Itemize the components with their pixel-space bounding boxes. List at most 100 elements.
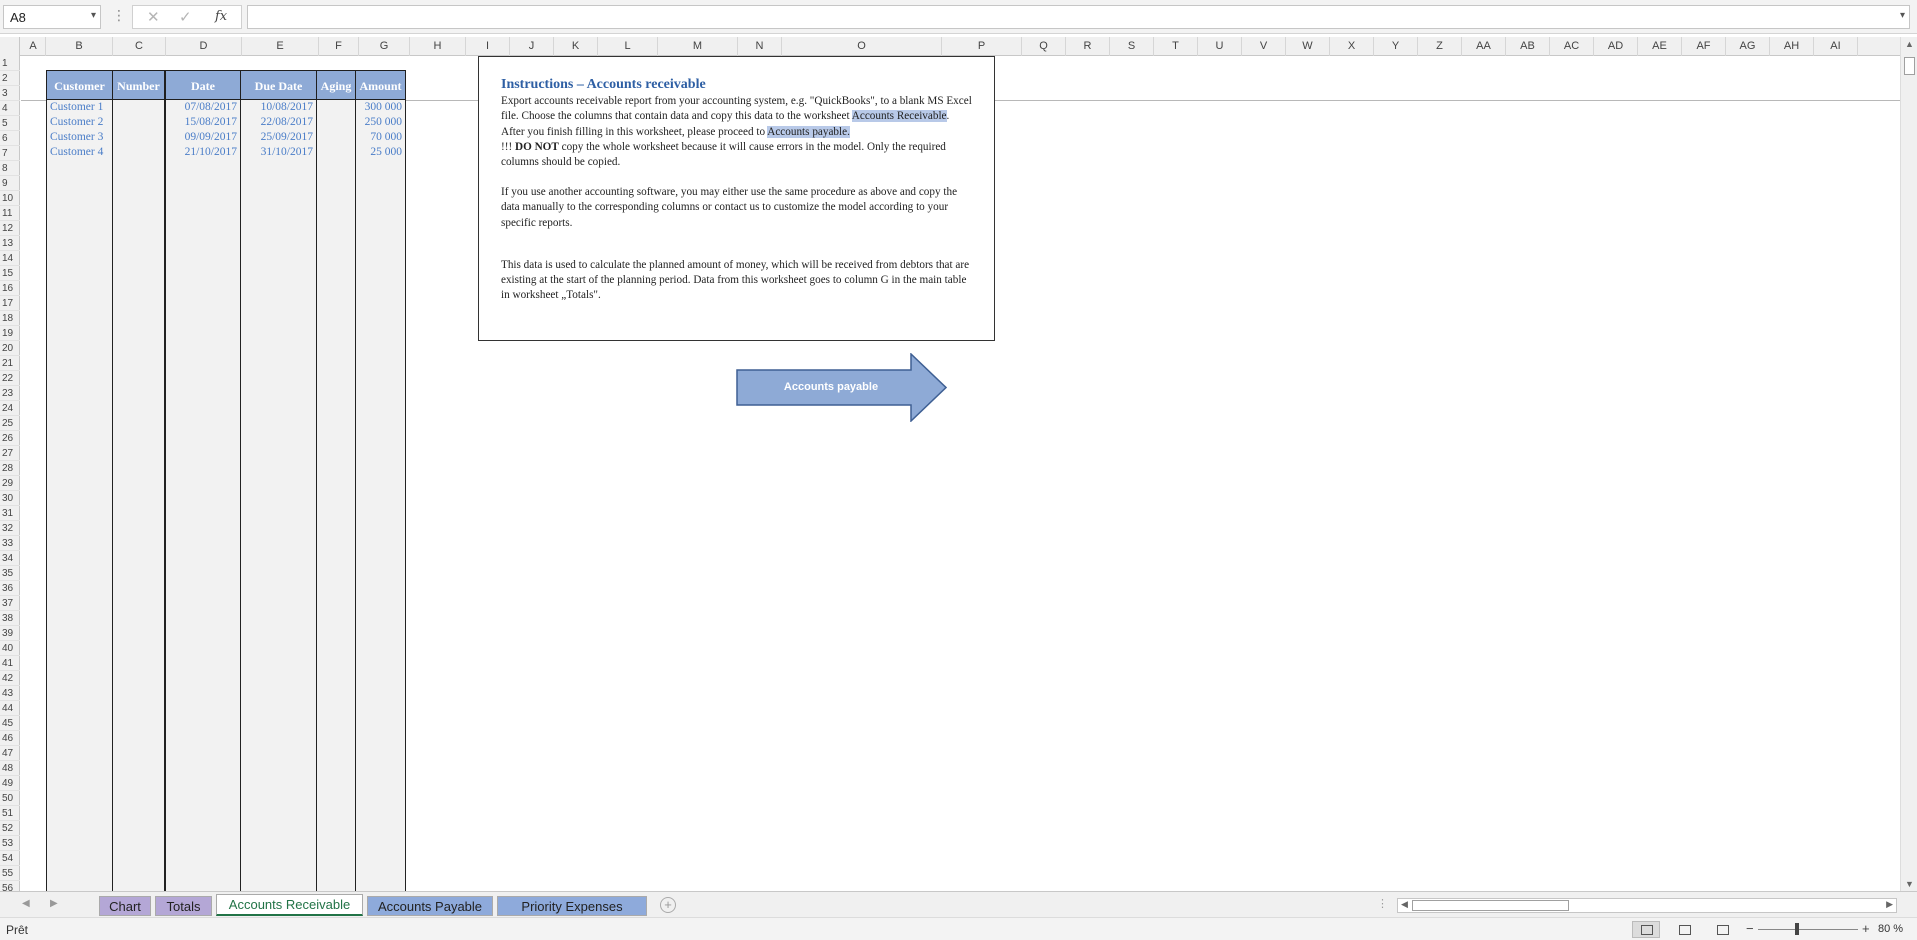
row-header[interactable]: 45: [0, 716, 20, 731]
header-date[interactable]: Date: [165, 70, 241, 100]
zoom-out-icon[interactable]: −: [1746, 921, 1754, 936]
date-cell[interactable]: 09/09/2017: [167, 130, 239, 145]
amount-cell[interactable]: 250 000: [357, 115, 404, 130]
row-header[interactable]: 1: [0, 56, 20, 71]
row-header[interactable]: 48: [0, 761, 20, 776]
row-header[interactable]: 13: [0, 236, 20, 251]
column-header[interactable]: U: [1198, 37, 1242, 56]
zoom-in-icon[interactable]: +: [1862, 921, 1870, 936]
sheet-tab-chart[interactable]: Chart: [99, 896, 151, 916]
vertical-scrollbar[interactable]: ▲ ▼: [1900, 37, 1917, 891]
amount-cell[interactable]: 25 000: [357, 145, 404, 160]
row-header[interactable]: 39: [0, 626, 20, 641]
row-header[interactable]: 20: [0, 341, 20, 356]
name-box[interactable]: A8 ▾: [3, 5, 101, 29]
chevron-down-icon[interactable]: ▾: [1900, 10, 1905, 21]
column-header[interactable]: N: [738, 37, 782, 56]
row-header[interactable]: 7: [0, 146, 20, 161]
row-header[interactable]: 29: [0, 476, 20, 491]
column-header[interactable]: A: [21, 37, 46, 56]
worksheet-grid[interactable]: A B C D E F G H I J K L M N O P Q R S T U V W X Y Z AA AB AC AD AE AF AG…: [0, 37, 1900, 891]
column-header[interactable]: Y: [1374, 37, 1418, 56]
sheet-tab-accounts-receivable[interactable]: Accounts Receivable: [216, 894, 363, 916]
due-date-cell[interactable]: 25/09/2017: [242, 130, 315, 145]
row-header[interactable]: 21: [0, 356, 20, 371]
header-amount[interactable]: Amount: [355, 70, 406, 100]
horizontal-scrollbar[interactable]: ◀ ▶: [1397, 898, 1897, 913]
row-header[interactable]: 24: [0, 401, 20, 416]
row-header[interactable]: 49: [0, 776, 20, 791]
row-header[interactable]: 50: [0, 791, 20, 806]
customer-cell[interactable]: Customer 2: [48, 115, 111, 130]
normal-view-button[interactable]: [1632, 921, 1660, 938]
row-header[interactable]: 11: [0, 206, 20, 221]
column-header[interactable]: K: [554, 37, 598, 56]
row-header[interactable]: 5: [0, 116, 20, 131]
column-header[interactable]: E: [242, 37, 319, 56]
page-layout-view-button[interactable]: [1670, 921, 1698, 938]
date-cell[interactable]: 07/08/2017: [167, 100, 239, 115]
row-header[interactable]: 12: [0, 221, 20, 236]
column-header[interactable]: Z: [1418, 37, 1462, 56]
row-header[interactable]: 53: [0, 836, 20, 851]
row-header[interactable]: 37: [0, 596, 20, 611]
row-header[interactable]: 55: [0, 866, 20, 881]
row-header[interactable]: 33: [0, 536, 20, 551]
scroll-right-icon[interactable]: ▶: [1886, 899, 1893, 910]
column-header[interactable]: L: [598, 37, 658, 56]
row-header[interactable]: 27: [0, 446, 20, 461]
row-header[interactable]: 4: [0, 101, 20, 116]
column-header[interactable]: X: [1330, 37, 1374, 56]
column-header[interactable]: V: [1242, 37, 1286, 56]
due-date-cell[interactable]: 22/08/2017: [242, 115, 315, 130]
row-header[interactable]: 52: [0, 821, 20, 836]
customer-cell[interactable]: Customer 4: [48, 145, 111, 160]
header-aging[interactable]: Aging: [316, 70, 356, 100]
page-break-view-button[interactable]: [1708, 921, 1736, 938]
row-header[interactable]: 40: [0, 641, 20, 656]
scroll-down-icon[interactable]: ▼: [1905, 879, 1914, 889]
row-header[interactable]: 42: [0, 671, 20, 686]
customer-cell[interactable]: Customer 1: [48, 100, 111, 115]
column-header[interactable]: AI: [1814, 37, 1858, 56]
accounts-receivable-link[interactable]: Accounts Receivable: [851, 110, 947, 123]
column-header[interactable]: AB: [1506, 37, 1550, 56]
column-header[interactable]: AA: [1462, 37, 1506, 56]
row-header[interactable]: 36: [0, 581, 20, 596]
scroll-up-icon[interactable]: ▲: [1905, 39, 1914, 49]
row-header[interactable]: 17: [0, 296, 20, 311]
row-header[interactable]: 3: [0, 86, 20, 101]
amount-cell[interactable]: 70 000: [357, 130, 404, 145]
row-header[interactable]: 43: [0, 686, 20, 701]
row-header[interactable]: 41: [0, 656, 20, 671]
row-header[interactable]: 9: [0, 176, 20, 191]
row-header[interactable]: 35: [0, 566, 20, 581]
row-header[interactable]: 51: [0, 806, 20, 821]
row-header[interactable]: 56: [0, 881, 20, 891]
column-header[interactable]: F: [319, 37, 359, 56]
column-header[interactable]: G: [359, 37, 410, 56]
select-all-button[interactable]: [0, 37, 20, 56]
formula-input[interactable]: ▾: [247, 5, 1910, 29]
tab-prev-icon[interactable]: ◀: [22, 898, 30, 909]
instructions-box[interactable]: Instructions – Accounts receivable Expor…: [478, 56, 995, 341]
customer-cell[interactable]: Customer 3: [48, 130, 111, 145]
zoom-slider-thumb[interactable]: [1795, 923, 1799, 935]
row-header[interactable]: 38: [0, 611, 20, 626]
column-header[interactable]: M: [658, 37, 738, 56]
date-cell[interactable]: 21/10/2017: [167, 145, 239, 160]
row-header[interactable]: 25: [0, 416, 20, 431]
row-header[interactable]: 32: [0, 521, 20, 536]
row-header[interactable]: 44: [0, 701, 20, 716]
row-header[interactable]: 30: [0, 491, 20, 506]
accounts-payable-arrow-button[interactable]: Accounts payable: [736, 353, 947, 422]
column-header[interactable]: B: [46, 37, 113, 56]
scroll-thumb[interactable]: [1412, 900, 1569, 911]
column-header[interactable]: AE: [1638, 37, 1682, 56]
column-header[interactable]: AH: [1770, 37, 1814, 56]
column-header[interactable]: D: [166, 37, 242, 56]
row-header[interactable]: 19: [0, 326, 20, 341]
chevron-down-icon[interactable]: ▾: [91, 10, 96, 21]
column-header[interactable]: AD: [1594, 37, 1638, 56]
add-sheet-icon[interactable]: +: [660, 897, 676, 913]
